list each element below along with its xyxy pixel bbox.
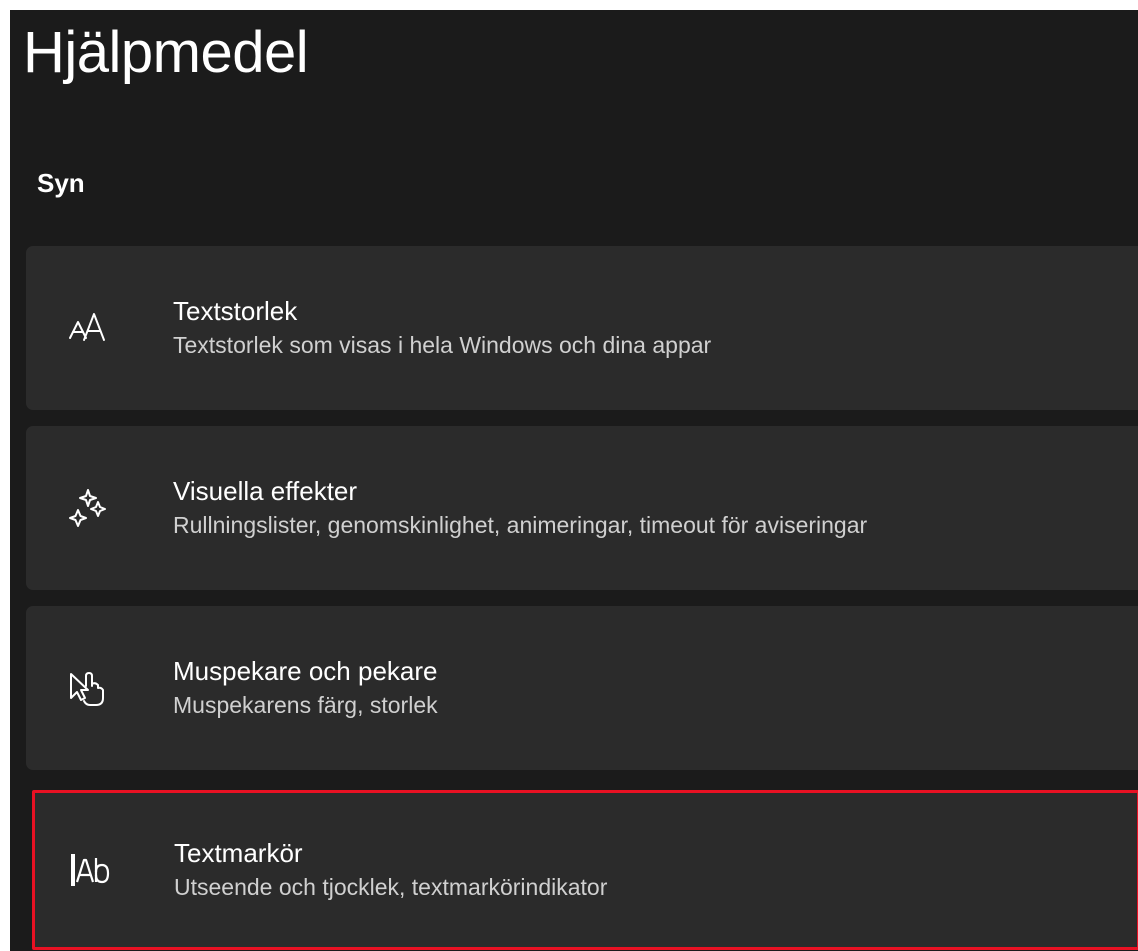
text-cursor-card[interactable]: Textmarkör Utseende och tjocklek, textma… (32, 790, 1138, 950)
visual-effects-subtitle: Rullningslister, genomskinlighet, animer… (173, 511, 868, 538)
mouse-pointer-card[interactable]: Muspekare och pekare Muspekarens färg, s… (26, 606, 1138, 770)
text-cursor-title: Textmarkör (174, 838, 303, 869)
mouse-pointer-subtitle: Muspekarens färg, storlek (173, 691, 438, 718)
text-size-card[interactable]: Textstorlek Textstorlek som visas i hela… (26, 246, 1138, 410)
page-title: Hjälpmedel (23, 20, 309, 85)
visual-effects-title: Visuella effekter (173, 476, 358, 507)
settings-window: Hjälpmedel Syn Textstorlek Textstorlek s… (10, 10, 1138, 951)
text-size-title: Textstorlek (173, 296, 298, 327)
text-size-subtitle: Textstorlek som visas i hela Windows och… (173, 331, 712, 358)
text-size-icon (68, 308, 108, 348)
visual-effects-card[interactable]: Visuella effekter Rullningslister, genom… (26, 426, 1138, 590)
text-cursor-icon (69, 850, 110, 890)
mouse-pointer-hand-icon (68, 668, 108, 708)
mouse-pointer-title: Muspekare och pekare (173, 656, 438, 687)
section-heading: Syn (37, 168, 85, 198)
sparkle-icon (68, 488, 108, 528)
text-cursor-subtitle: Utseende och tjocklek, textmarkörindikat… (174, 873, 608, 900)
